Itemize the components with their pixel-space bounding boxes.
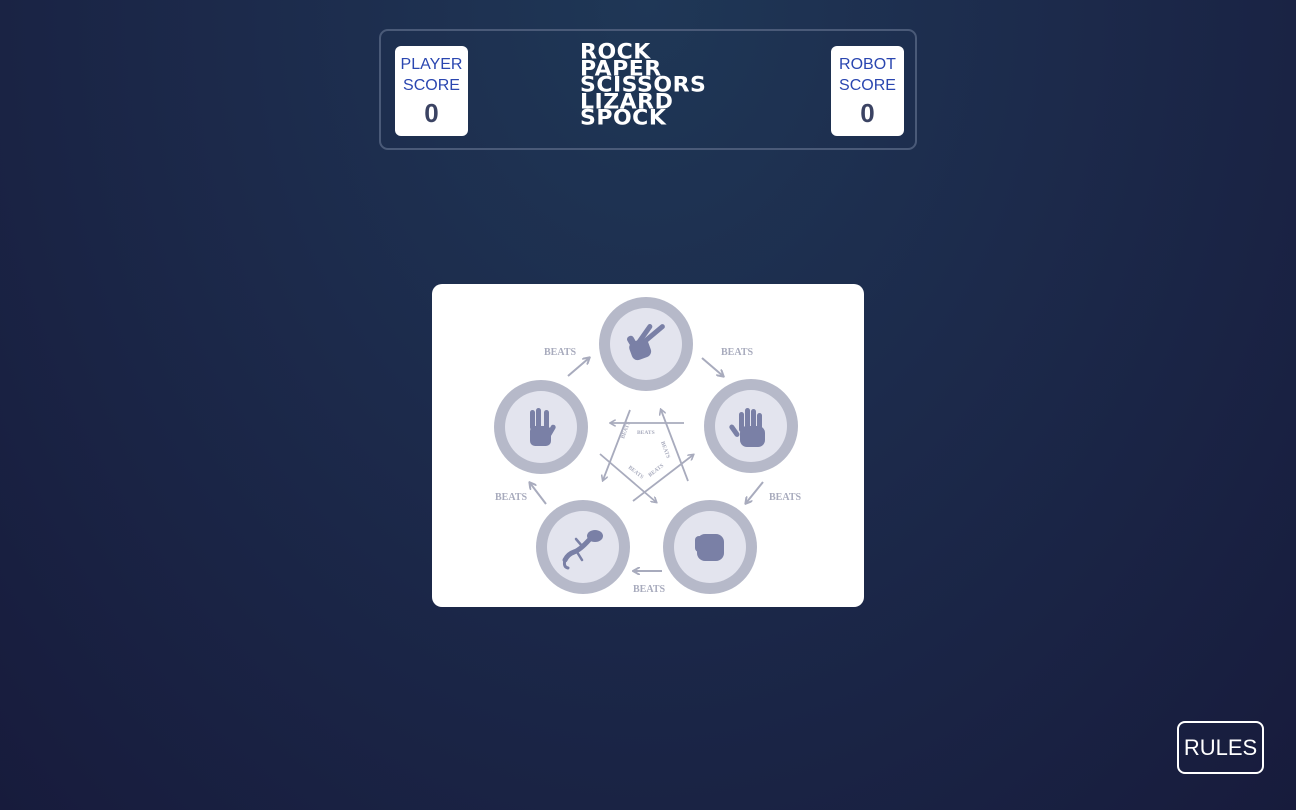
beats-label: BEATS (769, 492, 801, 503)
fist-icon (695, 534, 724, 561)
robot-score-value: 0 (860, 98, 875, 128)
arrow-spock-scissors (567, 358, 589, 377)
arrow-lizard-spock (530, 483, 547, 505)
move-spock (494, 380, 588, 474)
player-score-label: PLAYER SCORE (395, 54, 468, 96)
game-logo: ROCK PAPER SCISSORS LIZARD SPOCK (580, 42, 706, 131)
robot-score-label: ROBOT SCORE (831, 54, 904, 96)
arrow-paper-rock (746, 481, 764, 503)
rules-diagram: BEATS BEATS BEATS BEATS BEATS BEATS BEAT… (494, 297, 801, 595)
logo-line-spock: SPOCK (580, 106, 667, 131)
scoreboard-header: PLAYER SCORE 0 ROCK PAPER SCISSORS LIZAR… (379, 29, 917, 150)
beats-label-small: BEATS (648, 463, 666, 479)
inner-beats-star (599, 410, 693, 502)
player-score-value: 0 (424, 98, 439, 128)
robot-score-label-line1: ROBOT (839, 56, 896, 73)
move-scissors (599, 297, 693, 391)
player-score-label-line1: PLAYER (400, 56, 463, 73)
arrow-scissors-paper (701, 357, 723, 376)
beats-label: BEATS (721, 347, 753, 358)
move-lizard (536, 500, 630, 594)
beats-label: BEATS (633, 584, 665, 595)
move-paper (704, 379, 798, 473)
rules-button[interactable]: RULES (1177, 721, 1264, 774)
robot-score-box: ROBOT SCORE 0 (831, 46, 904, 136)
player-score-box: PLAYER SCORE 0 (395, 46, 468, 136)
move-rock (663, 500, 757, 594)
beats-label: BEATS (544, 347, 576, 358)
beats-label-small: BEATS (659, 441, 671, 460)
player-score-label-line2: SCORE (403, 77, 460, 94)
rules-diagram-card: BEATS BEATS BEATS BEATS BEATS BEATS BEAT… (432, 284, 864, 607)
robot-score-label-line2: SCORE (839, 77, 896, 94)
beats-label: BEATS (495, 492, 527, 503)
beats-label-small: BEATS (637, 430, 655, 436)
